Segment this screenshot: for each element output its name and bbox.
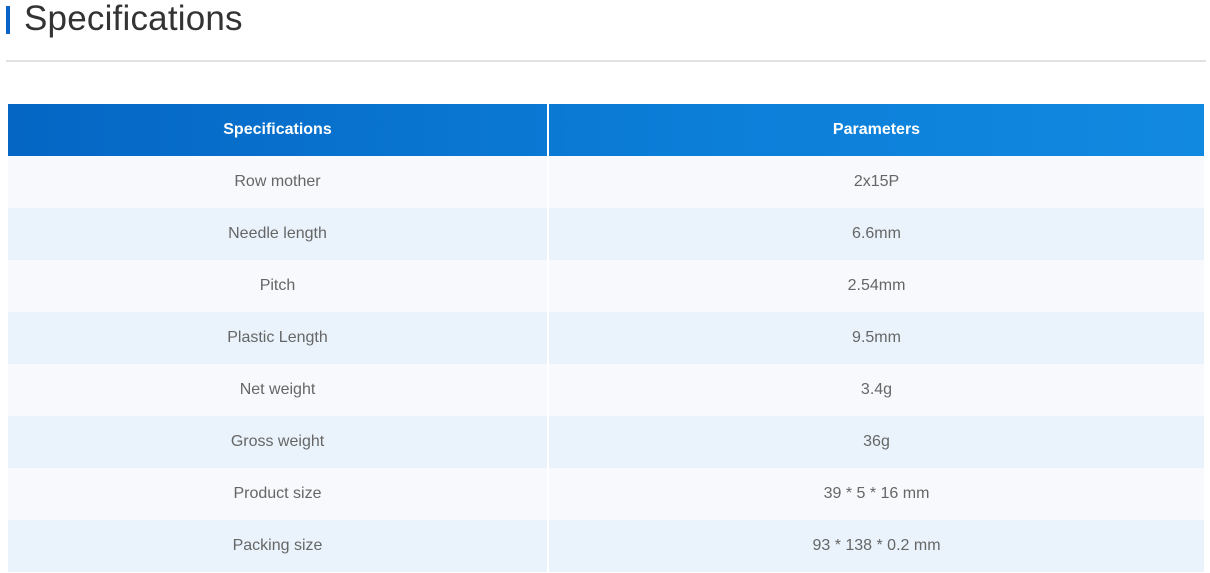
column-header-specifications: Specifications	[8, 104, 549, 156]
table-row: Gross weight 36g	[8, 416, 1204, 468]
column-header-parameters: Parameters	[832, 121, 921, 138]
table-row: Plastic Length 9.5mm	[8, 312, 1204, 364]
table-row: Pitch 2.54mm	[8, 260, 1204, 312]
spec-value-cell: 3.4g	[860, 381, 893, 398]
table-row: Packing size 93 * 138 * 0.2 mm	[8, 520, 1204, 572]
table-body: Row mother 2x15P Needle length 6.6mm Pit…	[8, 156, 1204, 572]
section-title: Specifications	[24, 0, 243, 38]
spec-value-cell: 93 * 138 * 0.2 mm	[812, 537, 941, 554]
table-row: Net weight 3.4g	[8, 364, 1204, 416]
spec-value-cell: 2x15P	[853, 173, 900, 190]
spec-value-cell: 6.6mm	[852, 225, 901, 242]
spec-value-cell: 9.5mm	[852, 329, 901, 346]
spec-name-cell: Net weight	[8, 364, 549, 416]
title-accent-bar	[6, 6, 10, 34]
table-row: Product size 39 * 5 * 16 mm	[8, 468, 1204, 520]
spec-value-cell: 36g	[863, 433, 890, 450]
table-header: Specifications Parameters	[8, 104, 1204, 156]
table-header-row: Specifications Parameters	[8, 104, 1204, 156]
table-row: Row mother 2x15P	[8, 156, 1204, 208]
spec-name-cell: Pitch	[8, 260, 549, 312]
specifications-table: Specifications Parameters Row mother 2x1…	[8, 104, 1204, 572]
header-divider	[6, 60, 1206, 62]
spec-name-cell: Gross weight	[8, 416, 549, 468]
spec-name-cell: Product size	[8, 468, 549, 520]
table-row: Needle length 6.6mm	[8, 208, 1204, 260]
spec-value-cell: 2.54mm	[847, 277, 906, 294]
spec-name-cell: Row mother	[8, 156, 549, 208]
spec-name-cell: Needle length	[8, 208, 549, 260]
spec-name-cell: Plastic Length	[8, 312, 549, 364]
spec-value-cell: 39 * 5 * 16 mm	[823, 485, 930, 502]
section-header: Specifications	[0, 0, 1210, 62]
spec-name-cell: Packing size	[8, 520, 549, 572]
